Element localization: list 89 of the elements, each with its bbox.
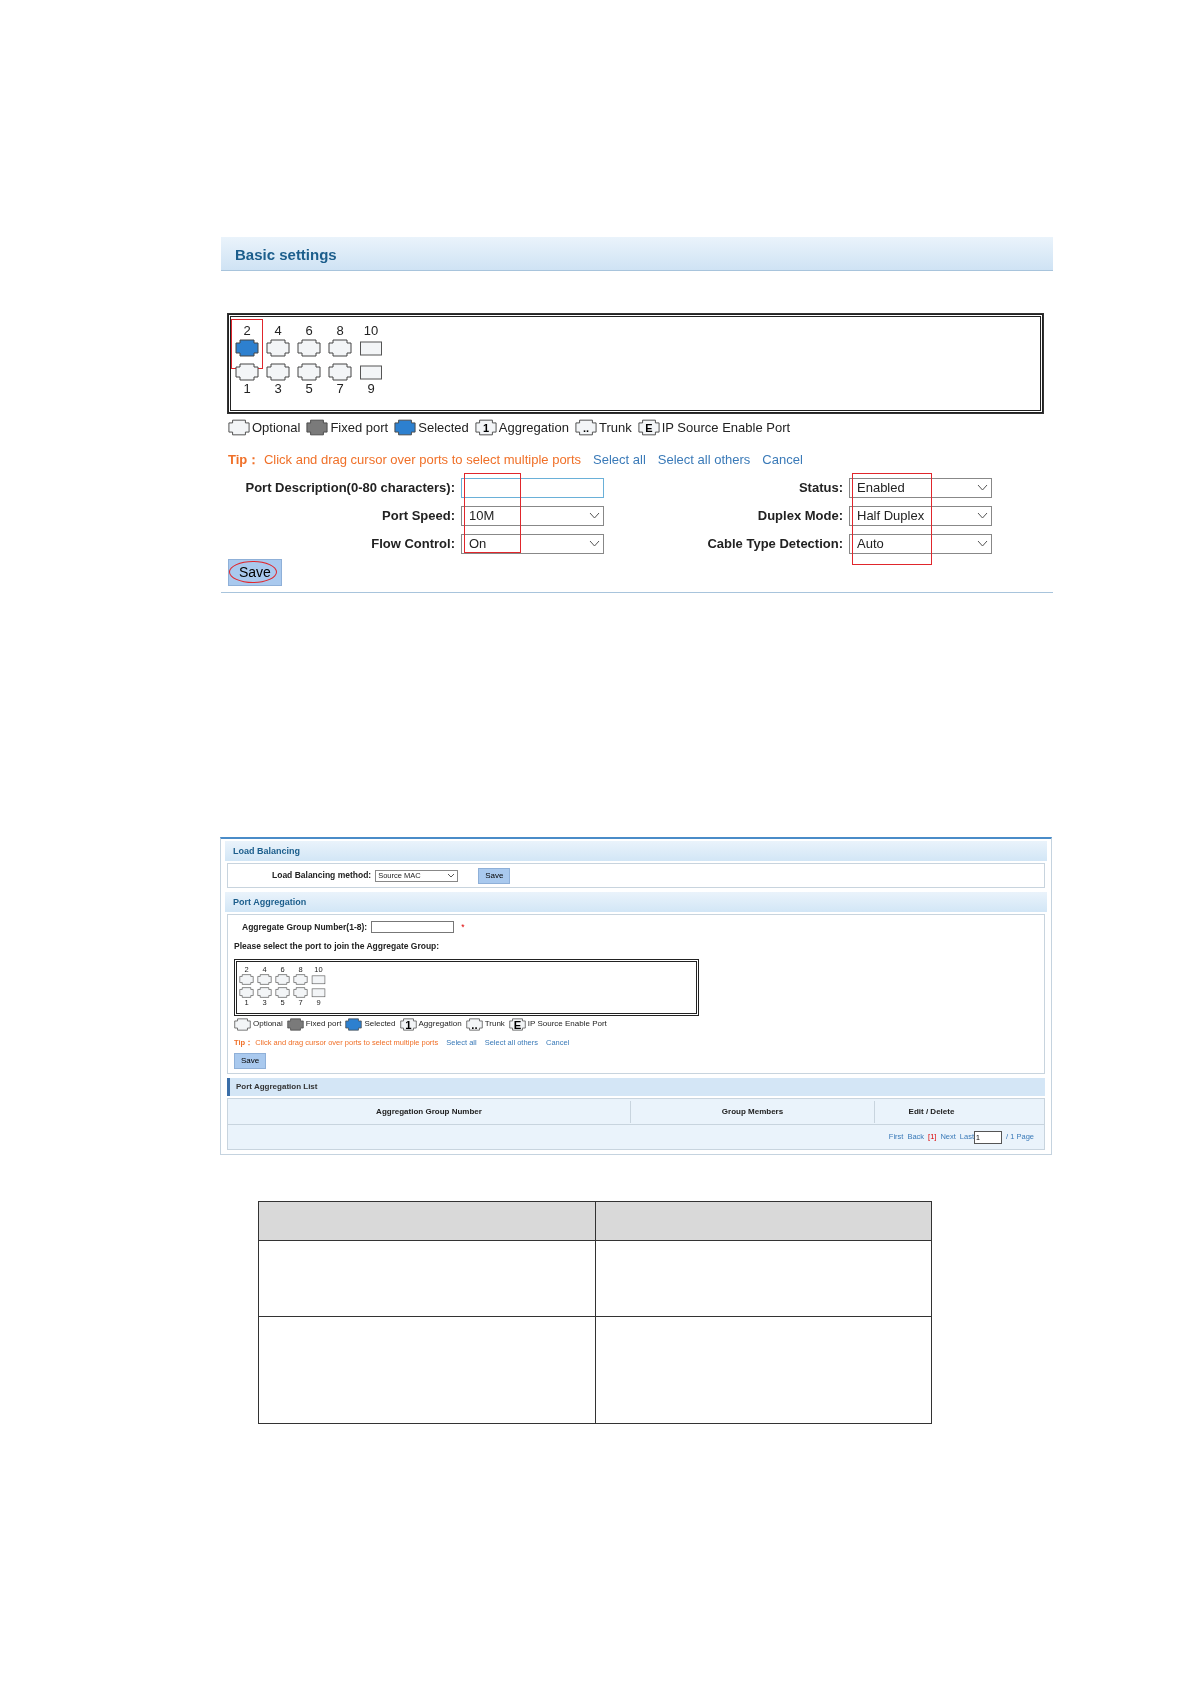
required-mark: *: [461, 921, 465, 934]
port-icon[interactable]: [293, 973, 308, 985]
select-field[interactable]: Auto: [849, 533, 992, 554]
port-number: 7: [336, 381, 344, 397]
section-title: Load Balancing: [225, 841, 1047, 861]
port-icon: E: [508, 1017, 526, 1031]
port-icon[interactable]: [239, 973, 254, 985]
legend-label: Fixed port: [330, 419, 389, 437]
field-label: Load Balancing method:: [272, 869, 372, 882]
select-field[interactable]: 10M: [461, 505, 604, 526]
caret-icon: [589, 512, 600, 519]
field-label: Cable Type Detection:: [706, 534, 844, 553]
port-number: 10: [363, 323, 379, 339]
port-icon[interactable]: [257, 973, 272, 985]
caret-icon: [977, 512, 988, 519]
tip-text: Tip： Click and drag cursor over ports to select multiple ports: [228, 450, 582, 469]
group-number-field[interactable]: [371, 921, 455, 934]
port-icon: [306, 419, 329, 437]
caret-icon: [977, 484, 988, 491]
legend-label: Aggregation: [418, 1018, 462, 1030]
save-button[interactable]: Save: [478, 867, 511, 884]
port-icon[interactable]: [359, 339, 383, 357]
port-icon[interactable]: [293, 986, 308, 998]
legend-label: Trunk: [598, 419, 632, 437]
port-number: 6: [305, 323, 313, 339]
legend-label: Aggregation: [498, 419, 569, 437]
port-icon[interactable]: [235, 363, 259, 381]
port-icon[interactable]: [359, 363, 383, 381]
port-icon[interactable]: [275, 973, 290, 985]
field-label: Status:: [797, 478, 844, 497]
port-icon[interactable]: [266, 339, 290, 357]
port-icon: [345, 1017, 363, 1031]
port-icon: 1: [399, 1017, 417, 1031]
column-header: Group Members: [630, 1100, 874, 1123]
column-header: Aggregation Group Number: [375, 1105, 483, 1118]
select-field[interactable]: Enabled: [849, 477, 992, 498]
port-icon[interactable]: [239, 986, 254, 998]
port-number: 1: [243, 381, 251, 397]
select-field[interactable]: On: [461, 533, 604, 554]
port-icon[interactable]: [257, 986, 272, 998]
legend-label: Fixed port: [305, 1018, 342, 1030]
port-icon: 1: [474, 419, 497, 437]
action-link[interactable]: Select all others: [657, 449, 751, 469]
port-number: 8: [336, 323, 344, 339]
port-icon: ..: [465, 1017, 483, 1031]
save-button[interactable]: Save: [234, 1052, 267, 1069]
port-icon[interactable]: [297, 339, 321, 357]
port-icon[interactable]: [328, 363, 352, 381]
legend-label: Optional: [253, 1018, 283, 1030]
port-icon: [394, 419, 417, 437]
legend-label: Selected: [418, 419, 469, 437]
action-link[interactable]: Cancel: [762, 449, 803, 469]
column-header: Edit / Delete: [874, 1100, 988, 1123]
instruction-text: Please select the port to join the Aggregate Group:: [234, 939, 441, 953]
field-label: Port Speed:: [381, 506, 456, 525]
port-icon: [228, 419, 250, 437]
legend-label: IP Source Enable Port: [527, 1018, 607, 1030]
field-label: Duplex Mode:: [756, 506, 844, 525]
port-icon: [286, 1017, 304, 1031]
port-icon[interactable]: [235, 339, 259, 357]
save-button[interactable]: Save: [228, 559, 282, 586]
port-icon[interactable]: [297, 363, 321, 381]
list-title: Port Aggregation List: [227, 1078, 1045, 1096]
port-icon[interactable]: [266, 363, 290, 381]
port-icon: E: [637, 419, 660, 437]
select-field[interactable]: Half Duplex: [849, 505, 992, 526]
port-number: 4: [274, 323, 282, 339]
caret-icon: [977, 540, 988, 547]
port-number: 9: [367, 381, 375, 397]
field-label: Port Description(0-80 characters):: [244, 478, 456, 497]
legend-label: IP Source Enable Port: [661, 419, 791, 437]
field-label: Flow Control:: [370, 534, 456, 553]
legend-label: Trunk: [484, 1018, 505, 1030]
panel-title: Basic settings: [221, 237, 1053, 270]
field-label: Aggregate Group Number(1-8):: [242, 921, 368, 934]
action-link[interactable]: Select all: [593, 449, 646, 469]
port-number: 2: [243, 323, 251, 339]
port-icon[interactable]: [328, 339, 352, 357]
port-icon: [234, 1017, 251, 1031]
text-field[interactable]: [461, 477, 604, 498]
section-title: Port Aggregation: [225, 892, 1047, 912]
caret-icon: [447, 873, 456, 878]
port-number: 3: [274, 381, 282, 397]
legend-label: Selected: [364, 1018, 396, 1030]
port-icon[interactable]: [275, 986, 290, 998]
caret-icon: [589, 540, 600, 547]
legend-label: Optional: [252, 419, 301, 437]
port-icon: ..: [574, 419, 597, 437]
port-number: 5: [305, 381, 313, 397]
